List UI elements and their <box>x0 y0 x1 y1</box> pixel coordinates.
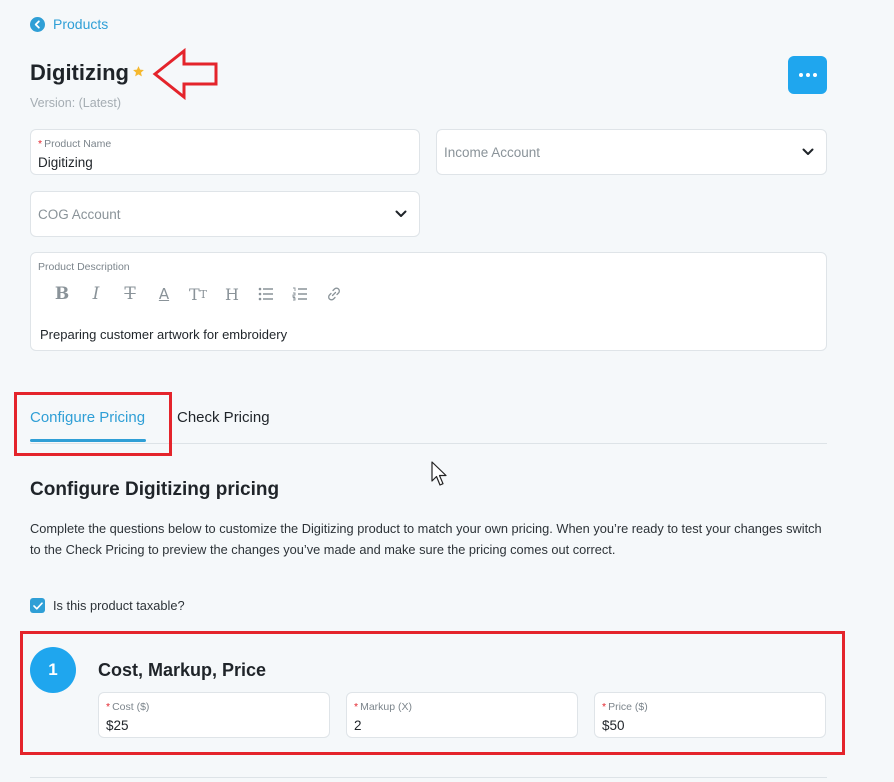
text-size-icon[interactable]: TT <box>181 283 215 305</box>
cog-account-placeholder: COG Account <box>38 206 121 222</box>
product-description-label: Product Description <box>38 261 130 273</box>
star-icon <box>132 65 145 83</box>
dot-icon <box>812 73 817 77</box>
page-title: Digitizing <box>30 60 129 85</box>
rich-text-toolbar: B I T A TT H <box>45 283 351 305</box>
taxable-label: Is this product taxable? <box>53 598 185 613</box>
chevron-down-icon <box>395 205 407 223</box>
title-row: Digitizing <box>30 60 145 86</box>
taxable-checkbox-row[interactable]: Is this product taxable? <box>30 598 185 613</box>
version-label: Version: (Latest) <box>30 96 122 110</box>
more-options-button[interactable] <box>788 56 827 94</box>
product-name-field[interactable]: * Product Name Digitizing <box>30 129 420 175</box>
annotation-box <box>14 392 172 456</box>
chevron-left-icon <box>30 16 45 32</box>
strikethrough-icon[interactable]: T <box>113 283 147 305</box>
numbered-list-icon[interactable] <box>283 283 317 305</box>
configure-section-description: Complete the questions below to customiz… <box>30 521 822 557</box>
dot-icon <box>805 73 810 77</box>
bold-icon[interactable]: B <box>45 283 79 305</box>
italic-icon[interactable]: I <box>79 283 113 305</box>
dot-icon <box>798 73 803 77</box>
taxable-checkbox[interactable] <box>30 598 45 613</box>
chevron-down-icon <box>802 143 814 161</box>
product-name-label: * Product Name <box>38 138 112 150</box>
tab-check-pricing[interactable]: Check Pricing <box>177 409 270 426</box>
heading-icon[interactable]: H <box>215 283 249 305</box>
section-divider <box>30 777 827 778</box>
product-description-text: Preparing customer artwork for embroider… <box>40 327 288 342</box>
mouse-cursor-icon <box>431 461 447 486</box>
income-account-select[interactable]: Income Account <box>436 129 827 175</box>
product-description-editor[interactable]: Product Description B I T A TT H Prepari… <box>30 252 827 351</box>
product-name-value: Digitizing <box>38 155 93 170</box>
link-icon[interactable] <box>317 283 351 305</box>
annotation-arrow-icon <box>152 48 218 100</box>
underline-color-icon[interactable]: A <box>147 283 181 305</box>
annotation-box <box>20 631 845 755</box>
back-link-label: Products <box>53 16 109 32</box>
configure-section-title: Configure Digitizing pricing <box>30 479 280 500</box>
income-account-placeholder: Income Account <box>444 144 541 160</box>
cog-account-select[interactable]: COG Account <box>30 191 420 237</box>
back-to-products-link[interactable]: Products <box>30 16 108 32</box>
bullet-list-icon[interactable] <box>249 283 283 305</box>
